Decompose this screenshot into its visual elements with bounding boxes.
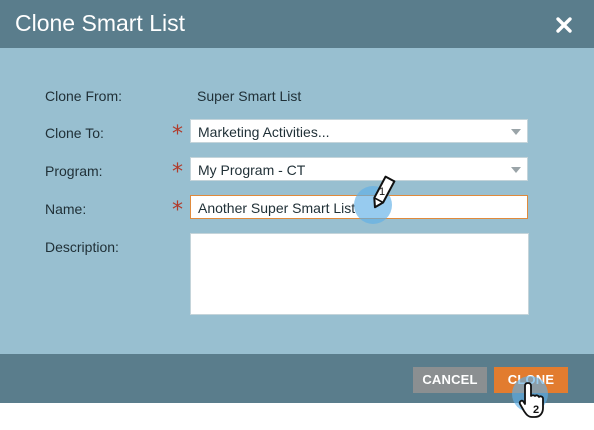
clone-to-select[interactable]: Marketing Activities...	[190, 119, 528, 143]
program-select[interactable]: My Program - CT	[190, 157, 528, 181]
required-marker: *	[172, 122, 183, 147]
dialog-footer: CANCEL CLONE	[0, 354, 594, 403]
clone-smart-list-dialog: Clone Smart List Clone From: Super Smart…	[0, 0, 594, 403]
description-textarea[interactable]	[190, 233, 529, 315]
cancel-button[interactable]: CANCEL	[413, 367, 487, 393]
program-label: Program:	[45, 163, 103, 179]
name-input-value: Another Super Smart List	[198, 200, 356, 216]
close-icon[interactable]	[553, 14, 575, 36]
pencil-cursor-icon: 1	[373, 175, 396, 209]
description-label: Description:	[45, 239, 119, 255]
required-marker: *	[172, 198, 183, 223]
name-label: Name:	[45, 201, 87, 217]
clone-from-label: Clone From:	[45, 88, 123, 104]
dialog-titlebar: Clone Smart List	[0, 0, 594, 48]
step-1-number: 1	[379, 186, 385, 198]
hand-pointer-icon: 2	[518, 382, 544, 418]
step-2-number: 2	[533, 404, 539, 416]
required-marker: *	[172, 160, 183, 185]
chevron-down-icon	[511, 167, 521, 173]
clone-to-selected-value: Marketing Activities...	[198, 124, 330, 140]
clone-from-value: Super Smart List	[197, 88, 302, 104]
clone-to-label: Clone To:	[45, 125, 104, 141]
chevron-down-icon	[511, 129, 521, 135]
dialog-title: Clone Smart List	[15, 10, 186, 36]
program-selected-value: My Program - CT	[198, 162, 306, 178]
